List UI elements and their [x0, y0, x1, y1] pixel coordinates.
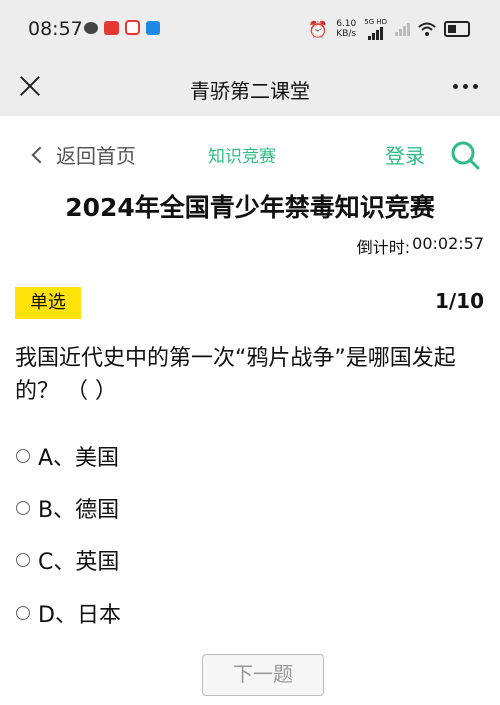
net-speed: 6.10 KB/s: [336, 19, 356, 39]
app-notification-icon-2: [125, 20, 140, 35]
more-icon[interactable]: [453, 84, 478, 89]
alarm-icon: ⏰: [308, 19, 329, 39]
app-notification-icon: [104, 20, 119, 35]
radio-icon[interactable]: [16, 606, 30, 620]
app-title: 青骄第二课堂: [190, 79, 310, 103]
countdown: 倒计时: 00:02:57: [357, 234, 484, 258]
app-notification-icon-3: [146, 20, 160, 35]
next-question-button[interactable]: 下一题: [202, 654, 324, 696]
radio-icon[interactable]: [16, 449, 30, 463]
radio-icon[interactable]: [16, 501, 30, 515]
notification-icons: [84, 20, 160, 35]
nav-section-title[interactable]: 知识竞赛: [208, 142, 276, 167]
battery-icon: [444, 21, 470, 37]
search-icon[interactable]: [450, 140, 480, 170]
option-label: D、日本: [38, 603, 121, 628]
question-text: 我国近代史中的第一次“鸦片战争”是哪国发起的？ （ ）: [15, 346, 456, 404]
signal-bars-icon: [368, 26, 384, 40]
option-d[interactable]: D、日本: [16, 597, 121, 629]
app-header: 青骄第二课堂: [0, 58, 500, 116]
net-speed-value: 6.10: [336, 19, 357, 29]
status-bar: 08:57 ⏰ 6.10 KB/s 5G HD: [0, 0, 500, 58]
back-home-link[interactable]: 返回首页: [30, 140, 136, 169]
system-icons: ⏰ 6.10 KB/s 5G HD: [308, 18, 470, 40]
option-label: B、德国: [38, 498, 120, 523]
chevron-left-icon: [31, 146, 49, 163]
net-speed-unit: KB/s: [336, 29, 357, 39]
option-b[interactable]: B、德国: [16, 492, 119, 524]
signal-5g: 5G HD: [364, 18, 387, 40]
login-link[interactable]: 登录: [385, 140, 425, 169]
network-badge: 5G HD: [364, 18, 387, 26]
radio-icon[interactable]: [16, 553, 30, 567]
countdown-value: 00:02:57: [412, 234, 484, 253]
countdown-label: 倒计时:: [356, 238, 411, 257]
signal-bars-icon-2: [395, 22, 410, 36]
back-home-label: 返回首页: [56, 144, 136, 168]
option-label: C、英国: [38, 550, 120, 575]
page-nav: 返回首页 知识竞赛 登录: [0, 140, 500, 170]
option-c[interactable]: C、英国: [16, 544, 119, 576]
option-a[interactable]: A、美国: [16, 440, 119, 472]
question-type-badge: 单选: [15, 287, 81, 319]
status-time: 08:57: [28, 18, 83, 40]
question-progress: 1/10: [434, 289, 484, 313]
contest-title: 2024年全国青少年禁毒知识竞赛: [65, 193, 435, 222]
option-label: A、美国: [38, 446, 120, 471]
chat-icon: [84, 21, 98, 34]
wifi-icon: [418, 22, 436, 36]
